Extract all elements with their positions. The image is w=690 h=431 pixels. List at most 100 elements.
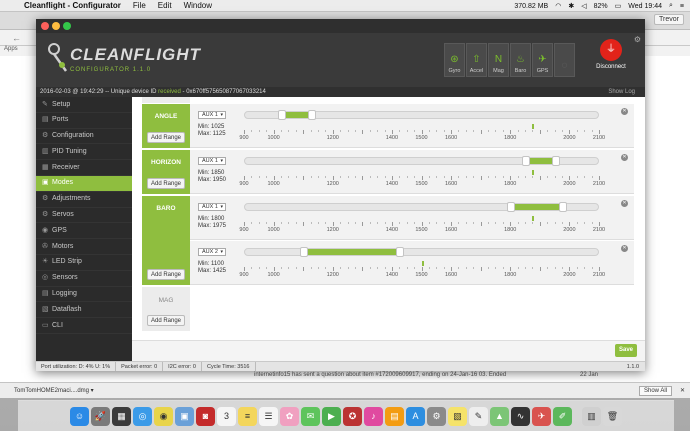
sidebar-item-servos[interactable]: ⚙ Servos [36,208,132,224]
remove-range-icon[interactable]: ✕ [621,108,628,115]
remove-range-icon[interactable]: ✕ [621,245,628,252]
range-max-handle[interactable] [551,156,560,166]
scale-label: 1600 [444,272,458,278]
sidebar-item-motors[interactable]: ✇ Motors [36,239,132,255]
mission-control-icon[interactable]: ▦ [112,406,131,426]
chrome-icon[interactable]: ◉ [154,406,173,426]
sticky-notes-icon[interactable]: ▧ [448,406,467,426]
memory-readout[interactable]: 370.82 MB [514,3,548,10]
bluetooth-icon[interactable]: ✱ [568,2,574,10]
downloads-stack-icon[interactable]: ▥ [582,406,601,426]
sidebar-item-pid-tuning[interactable]: ▥ PID Tuning [36,144,132,161]
volume-icon[interactable]: ◁ [581,2,586,10]
app-store-icon[interactable]: A [406,406,425,426]
scale-tick [347,222,349,224]
trash-icon[interactable]: 🗑 [603,406,622,426]
range-max-handle[interactable] [559,202,568,212]
range-slider[interactable] [244,156,599,166]
sidebar-item-dataflash[interactable]: ▧ Dataflash [36,302,132,319]
sidebar-item-cli[interactable]: ▭ CLI [36,318,132,334]
range-max-handle[interactable] [396,247,405,257]
minimize-window-button[interactable] [52,22,60,30]
ibooks-icon[interactable]: ▤ [385,406,404,426]
download-item[interactable]: TomTomHOME2maci....dmg ▾ [14,383,94,399]
zoom-window-button[interactable] [63,22,71,30]
remove-range-icon[interactable]: ✕ [621,200,628,207]
notes-icon[interactable]: ≡ [238,406,257,426]
app-settings-gear-icon[interactable]: ⚙ [634,35,641,44]
cleanflight-dock-icon[interactable]: ✈ [532,406,551,426]
sidebar-item-configuration[interactable]: ⚙ Configuration [36,129,132,145]
menu-file[interactable]: File [133,1,146,10]
activity-monitor-icon[interactable]: ∿ [511,406,530,426]
range-min-handle[interactable] [522,156,531,166]
mode-name: BARO [156,205,176,212]
facetime-icon[interactable]: ▶ [322,406,341,426]
range-min-handle[interactable] [507,202,516,212]
preview-icon[interactable]: ▣ [175,406,194,426]
spotlight-search-icon[interactable]: ⌕ [669,2,673,10]
sidebar-item-setup[interactable]: ✎ Setup [36,97,132,113]
adjustments-icon: ⚙ [42,195,49,203]
launchpad-icon[interactable]: 🚀 [91,406,110,426]
calendar-icon[interactable]: 3 [217,406,236,426]
channel-select[interactable]: AUX 2 [198,248,226,256]
menu-window[interactable]: Window [184,1,212,10]
menubar-clock[interactable]: Wed 19:44 [628,3,662,10]
sidebar-item-led-strip[interactable]: ☀ LED Strip [36,255,132,271]
channel-select[interactable]: AUX 1 [198,111,226,119]
sidebar-item-gps[interactable]: ◉ GPS [36,223,132,240]
channel-select[interactable]: AUX 1 [198,157,226,165]
range-min-handle[interactable] [277,110,286,120]
menu-edit[interactable]: Edit [158,1,172,10]
finder-icon[interactable]: ☺ [70,406,89,426]
back-arrow-icon[interactable]: ← [12,33,21,43]
browser-profile-button[interactable]: Trevor [654,14,684,25]
scale-label: 1600 [444,227,458,233]
scrapbook-icon[interactable]: ✐ [553,406,572,426]
photo-booth-icon[interactable]: ◙ [196,406,215,426]
textedit-icon[interactable]: ✎ [469,406,488,426]
disconnect-button[interactable]: ⏚ Disconnect [591,39,631,79]
reminders-icon[interactable]: ☰ [259,406,278,426]
range-max-handle[interactable] [307,110,316,120]
photo-booth-2-icon[interactable]: ✪ [343,406,362,426]
log-bar: 2016-02-03 @ 19:42:29 -- Unique device I… [36,87,645,97]
messages-icon[interactable]: ✉ [301,406,320,426]
sidebar-item-sensors[interactable]: ◎ Sensors [36,271,132,287]
range-min-handle[interactable] [300,247,309,257]
sidebar-item-receiver[interactable]: ▦ Receiver [36,160,132,176]
sidebar-item-ports[interactable]: ▤ Ports [36,113,132,129]
photos-icon[interactable]: ✿ [280,406,299,426]
range-slider[interactable] [244,110,599,120]
battery-percent[interactable]: 82% [594,3,608,10]
save-button[interactable]: Save [615,344,637,357]
channel-select[interactable]: AUX 1 [198,203,226,211]
scale-tick [562,267,564,269]
add-range-button[interactable]: Add Range [147,315,185,326]
close-window-button[interactable] [41,22,49,30]
sidebar-item-logging[interactable]: ▤ Logging [36,287,132,303]
sidebar-item-modes[interactable]: ▣ Modes [36,175,132,192]
bookmark-apps[interactable]: Apps [4,46,18,52]
wifi-icon[interactable]: ◠ [555,2,561,10]
maps-icon[interactable]: ▲ [490,406,509,426]
show-log-link[interactable]: Show Log [608,87,635,97]
remove-range-icon[interactable]: ✕ [621,154,628,161]
menubar-app-name[interactable]: Cleanflight - Configurator [24,1,121,10]
scale-tick [317,267,319,269]
notification-center-icon[interactable]: ≡ [680,3,684,10]
range-slider[interactable] [244,202,599,212]
close-download-bar-icon[interactable]: ✕ [680,383,685,399]
add-range-button[interactable]: Add Range [147,178,185,189]
sidebar-item-adjustments[interactable]: ⚙ Adjustments [36,192,132,208]
safari-icon[interactable]: ◎ [133,406,152,426]
add-range-button[interactable]: Add Range [147,269,185,280]
system-preferences-icon[interactable]: ⚙ [427,406,446,426]
itunes-icon[interactable]: ♪ [364,406,383,426]
scale-tick [473,222,475,224]
scale-tick [303,176,305,180]
range-slider[interactable] [244,247,599,257]
show-all-downloads-button[interactable]: Show All [638,386,672,396]
add-range-button[interactable]: Add Range [147,132,185,143]
